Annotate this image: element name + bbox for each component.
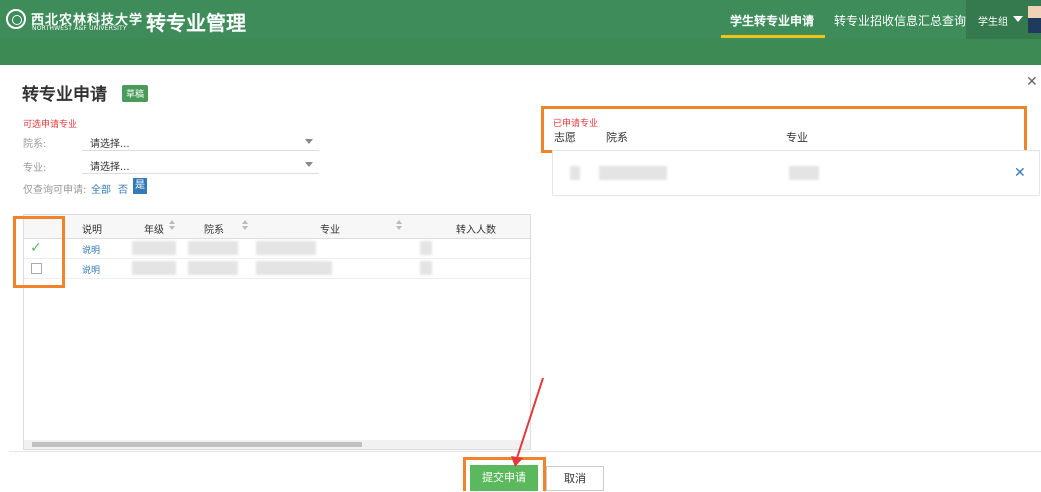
submit-application-button[interactable]: 提交申请: [470, 465, 538, 491]
redacted-cell: [132, 261, 176, 275]
university-seal-icon: [6, 9, 26, 29]
highlight-checkbox-column: [13, 216, 65, 288]
note-link[interactable]: 说明: [82, 243, 100, 256]
column-header-department[interactable]: 院系: [204, 221, 224, 236]
tab-student-transfer-application[interactable]: 学生转专业申请: [730, 12, 814, 29]
applied-majors-list: ✕: [552, 150, 1040, 196]
redacted-cell: [188, 241, 238, 255]
redacted-cell: [570, 166, 580, 180]
sort-icon[interactable]: [396, 220, 402, 232]
filter-all-option[interactable]: 全部: [91, 181, 111, 196]
user-name[interactable]: 学生组: [978, 13, 1008, 28]
redacted-cell: [132, 241, 176, 255]
dialog-title: 转专业申请: [22, 85, 107, 105]
major-label: 专业:: [23, 163, 47, 174]
scrollbar-thumb[interactable]: [32, 442, 362, 447]
status-badge: 草稿: [122, 85, 149, 102]
column-header-department: 院系: [606, 131, 628, 144]
red-arrow-annotation: [511, 377, 544, 467]
column-header-major: 专业: [786, 131, 808, 144]
note-link[interactable]: 说明: [82, 263, 100, 276]
applied-majors-label: 已申请专业: [553, 119, 599, 129]
chevron-down-icon: [305, 139, 313, 144]
column-header-major[interactable]: 专业: [320, 221, 340, 236]
app-title: 转专业管理: [146, 11, 246, 35]
remove-icon[interactable]: ✕: [1014, 165, 1026, 181]
filter-no-option[interactable]: 否: [118, 181, 128, 196]
filter-applicable-label: 仅查询可申请:: [23, 185, 87, 196]
redacted-cell: [599, 166, 667, 180]
horizontal-scrollbar[interactable]: [24, 440, 530, 449]
redacted-cell: [256, 261, 332, 275]
column-header-note[interactable]: 说明: [82, 221, 102, 236]
sort-icon[interactable]: [169, 220, 175, 232]
table-row[interactable]: 说明: [24, 259, 530, 279]
active-tab-indicator: [721, 35, 825, 38]
tab-enrollment-summary-query[interactable]: 转专业招收信息汇总查询: [834, 12, 966, 29]
cancel-button[interactable]: 取消: [546, 466, 604, 491]
redacted-cell: [789, 166, 819, 180]
department-select[interactable]: 请选择...: [82, 131, 319, 151]
avatar[interactable]: [1028, 6, 1041, 33]
redacted-cell: [420, 261, 432, 275]
department-label: 院系:: [23, 139, 47, 150]
department-select-value: 请选择...: [90, 139, 130, 150]
header-band: [0, 39, 1041, 65]
redacted-cell: [188, 261, 238, 275]
university-name-en: NORTHWEST A&F UNIVERSITY: [32, 25, 127, 32]
filter-yes-option[interactable]: 是: [133, 178, 147, 194]
column-header-transfer-count[interactable]: 转入人数: [456, 221, 496, 236]
column-header-grade[interactable]: 年级: [144, 221, 164, 236]
close-icon[interactable]: ✕: [1026, 74, 1038, 90]
major-select-value: 请选择...: [90, 162, 130, 173]
chevron-down-icon[interactable]: [1013, 16, 1023, 22]
sort-icon[interactable]: [242, 220, 248, 232]
chevron-down-icon: [305, 162, 313, 167]
redacted-cell: [420, 241, 432, 255]
available-majors-table: 说明 年级 院系 专业 转入人数 ✓ 说明 说明: [23, 214, 531, 450]
column-header-preference: 志愿: [554, 131, 576, 144]
major-select[interactable]: 请选择...: [82, 154, 319, 174]
table-row[interactable]: ✓ 说明: [24, 239, 530, 259]
available-majors-label: 可选申请专业: [23, 120, 78, 130]
table-header: 说明 年级 院系 专业 转入人数: [24, 215, 530, 239]
redacted-cell: [256, 241, 316, 255]
